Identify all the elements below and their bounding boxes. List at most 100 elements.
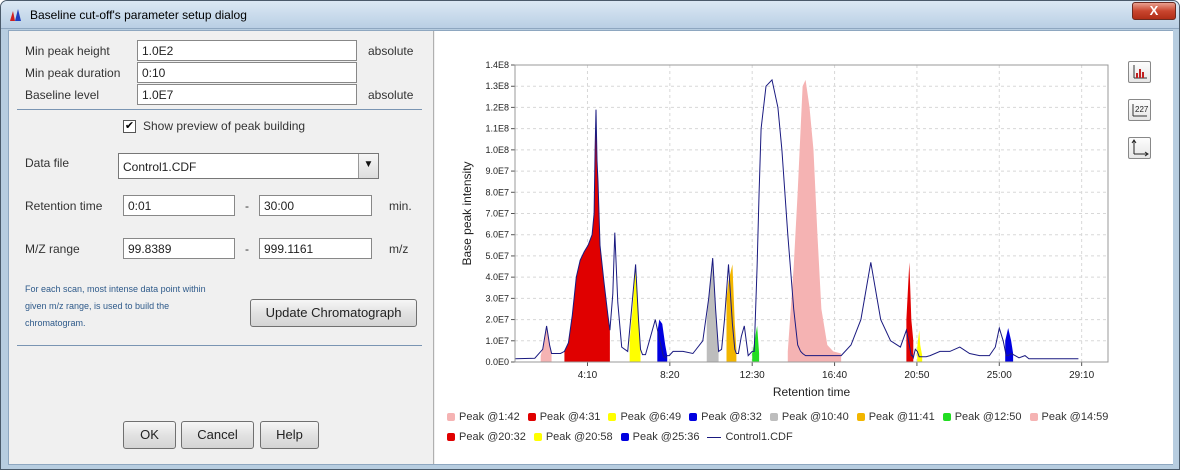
- legend-item: Peak @8:32: [689, 411, 762, 423]
- y-tick-label: 0.0E0: [485, 357, 509, 367]
- dialog-window: Baseline cut-off's parameter setup dialo…: [0, 0, 1180, 470]
- y-axis-label: Base peak intensity: [460, 161, 474, 265]
- min-peak-height-label: Min peak height: [25, 44, 110, 58]
- mz-range-separator: -: [245, 242, 249, 256]
- legend-swatch: [608, 413, 617, 422]
- ok-button[interactable]: OK: [123, 421, 176, 449]
- mz-range-label: M/Z range: [25, 242, 80, 256]
- peak-labels-icon: [1133, 65, 1147, 79]
- y-tick-label: 8.0E7: [485, 187, 509, 197]
- window-title: Baseline cut-off's parameter setup dialo…: [30, 8, 247, 22]
- legend-item: Control1.CDF: [707, 431, 793, 443]
- x-tick-label: 29:10: [1069, 370, 1094, 381]
- dialog-body: Min peak height absolute Min peak durati…: [8, 30, 1173, 465]
- legend-label: Peak @20:32: [459, 431, 526, 443]
- data-labels-text: 227: [1135, 105, 1149, 114]
- legend-swatch: [856, 413, 865, 422]
- y-tick-label: 1.0E7: [485, 336, 509, 346]
- legend-label: Peak @6:49: [620, 411, 682, 423]
- chromatogram-note: For each scan, most intense data point w…: [25, 284, 206, 328]
- legend-swatch: [527, 413, 536, 422]
- min-peak-height-input[interactable]: [137, 40, 357, 61]
- data-file-value: Control1.CDF: [123, 160, 197, 174]
- legend-swatch: [942, 413, 951, 422]
- y-tick-label: 1.4E8: [485, 60, 509, 70]
- chromatogram-chart[interactable]: 0.0E0 1.0E7 2.0E7 3.0E7 4.0E7 5.0E7 6.0E7 7.0E7…: [435, 31, 1125, 411]
- legend-swatch: [769, 413, 778, 422]
- y-tick-label: 9.0E7: [485, 166, 509, 176]
- x-tick-label: 8:20: [660, 370, 680, 381]
- x-tick-label: 16:40: [822, 370, 847, 381]
- mz-range-from-input[interactable]: [123, 238, 235, 259]
- x-tick-label: 25:00: [987, 370, 1012, 381]
- legend-label: Peak @20:58: [545, 431, 613, 443]
- mz-range-unit: m/z: [389, 242, 409, 256]
- min-peak-duration-label: Min peak duration: [25, 66, 121, 80]
- peak-labels-button[interactable]: [1128, 61, 1151, 83]
- y-tick-label: 1.2E8: [485, 102, 509, 112]
- axes-button[interactable]: [1128, 137, 1151, 159]
- x-tick-label: 12:30: [740, 370, 765, 381]
- separator: [17, 109, 422, 110]
- axes-icon: [1131, 139, 1149, 157]
- chevron-down-icon[interactable]: ▼: [358, 154, 378, 178]
- y-tick-label: 4.0E7: [485, 272, 509, 282]
- data-labels-button[interactable]: 227: [1128, 99, 1151, 121]
- mz-range-to-input[interactable]: [259, 238, 372, 259]
- x-axis-label: Retention time: [773, 385, 851, 399]
- legend-label: Peak @25:36: [632, 431, 700, 443]
- legend-label: Peak @12:50: [954, 411, 1022, 423]
- legend-item: Peak @6:49: [608, 411, 681, 423]
- baseline-level-label: Baseline level: [25, 88, 100, 102]
- legend-item: Peak @20:32: [447, 431, 526, 443]
- y-tick-label: 3.0E7: [485, 293, 509, 303]
- legend-label: Peak @1:42: [459, 411, 520, 423]
- retention-time-from-input[interactable]: [123, 195, 235, 216]
- y-tick-label: 2.0E7: [485, 315, 509, 325]
- legend-label: Control1.CDF: [725, 431, 793, 443]
- baseline-level-input[interactable]: [137, 84, 357, 105]
- legend-item: Peak @25:36: [620, 431, 700, 443]
- y-tick-label: 1.0E8: [485, 145, 509, 155]
- help-button[interactable]: Help: [260, 421, 319, 449]
- cancel-button[interactable]: Cancel: [181, 421, 254, 449]
- app-chromatogram-icon: [10, 9, 21, 21]
- retention-time-separator: -: [245, 199, 249, 213]
- x-tick-label: 4:10: [578, 370, 598, 381]
- panel-divider: [433, 31, 434, 464]
- show-preview-label: Show preview of peak building: [143, 119, 306, 133]
- legend-label: Peak @10:40: [781, 411, 849, 423]
- legend-label: Peak @14:59: [1041, 411, 1109, 423]
- data-labels-icon: 227: [1132, 104, 1149, 117]
- data-file-select[interactable]: Control1.CDF ▼: [118, 153, 379, 179]
- legend-row: Peak @20:32 Peak @20:58 Peak @25:36 Control…: [447, 431, 801, 443]
- legend-swatch: [447, 433, 455, 442]
- y-tick-label: 1.3E8: [485, 81, 509, 91]
- legend-swatch: [447, 413, 455, 422]
- legend-item: Peak @14:59: [1029, 411, 1109, 423]
- min-peak-height-unit: absolute: [368, 44, 414, 58]
- update-chromatograph-button[interactable]: Update Chromatograph: [250, 299, 417, 327]
- min-peak-duration-input[interactable]: [137, 62, 357, 83]
- legend-item: Peak @1:42: [447, 411, 520, 423]
- y-tick-label: 6.0E7: [485, 230, 509, 240]
- x-tick-label: 20:50: [904, 370, 929, 381]
- legend-item: Peak @10:40: [769, 411, 849, 423]
- show-preview-checkbox[interactable]: ✔: [123, 120, 136, 133]
- separator: [17, 345, 422, 346]
- legend-swatch: [689, 413, 698, 422]
- close-button[interactable]: X: [1132, 2, 1176, 20]
- retention-time-to-input[interactable]: [259, 195, 372, 216]
- chart-panel: 0.0E0 1.0E7 2.0E7 3.0E7 4.0E7 5.0E7 6.0E7 7.0E7…: [435, 31, 1173, 464]
- legend-item: Peak @11:41: [856, 411, 935, 423]
- y-tick-label: 7.0E7: [485, 209, 509, 219]
- retention-time-label: Retention time: [25, 199, 103, 213]
- legend-swatch: [1029, 413, 1038, 422]
- legend-item: Peak @12:50: [942, 411, 1022, 423]
- baseline-level-unit: absolute: [368, 88, 414, 102]
- retention-time-unit: min.: [389, 199, 412, 213]
- data-file-label: Data file: [25, 156, 70, 170]
- legend-swatch: [620, 433, 629, 442]
- legend-row: Peak @1:42 Peak @4:31 Peak @6:49 Peak @8:32…: [447, 411, 1116, 423]
- legend-label: Peak @4:31: [539, 411, 601, 423]
